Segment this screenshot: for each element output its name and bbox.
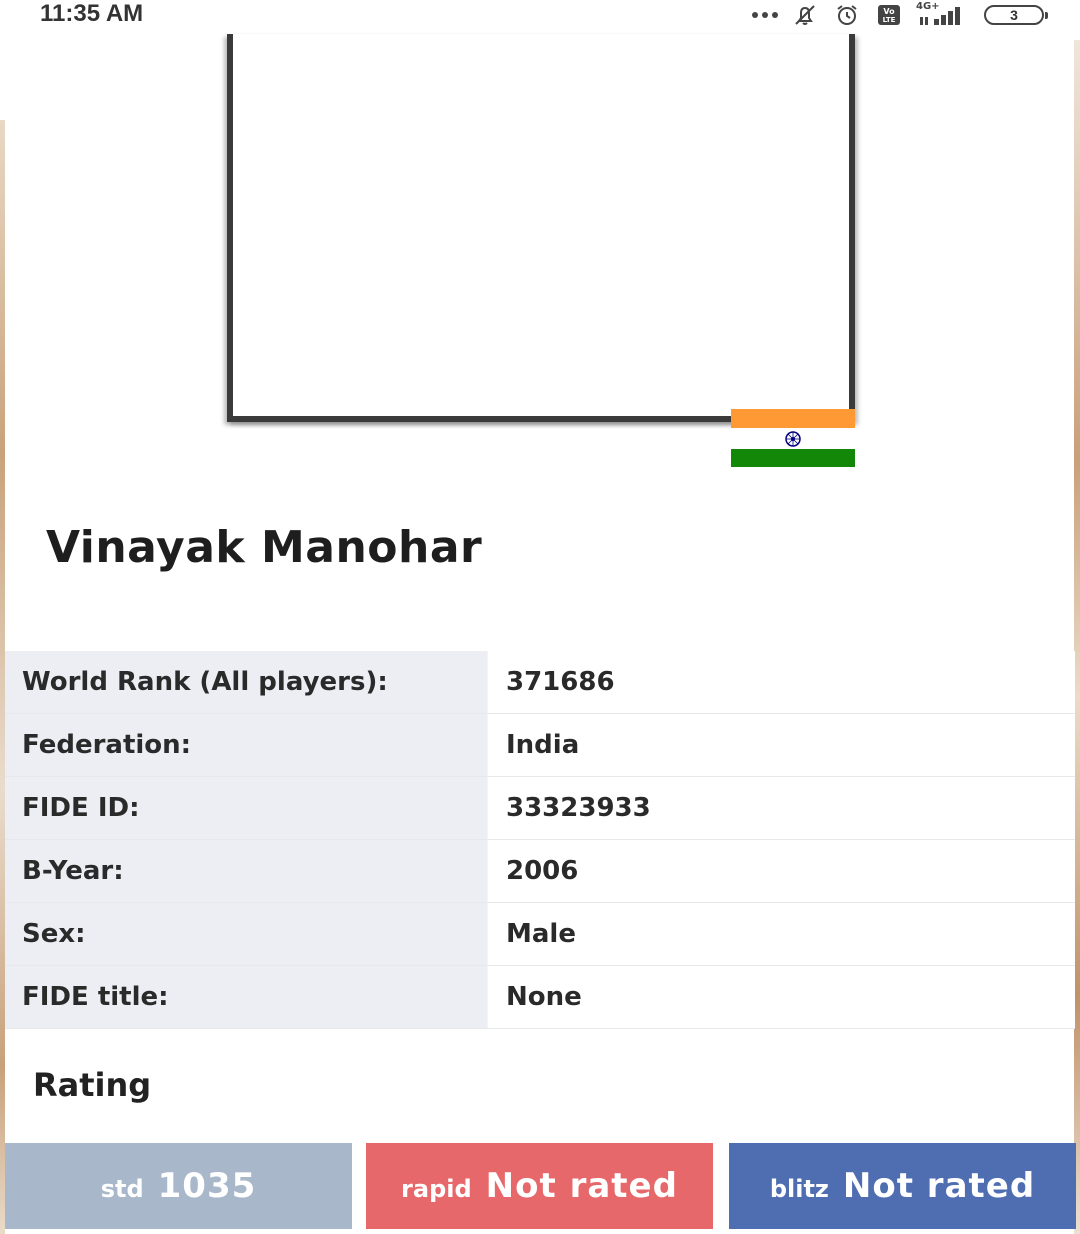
info-label: Sex: [5,903,487,965]
more-dots-icon [752,12,778,18]
info-value: 33323933 [487,777,1075,839]
info-label: B-Year: [5,840,487,902]
rating-std-button[interactable]: std 1035 [5,1143,352,1229]
info-value: India [487,714,1075,776]
info-row-fide-id: FIDE ID: 33323933 [5,777,1075,840]
rating-kind-label: std [100,1175,144,1203]
status-icons: Vo LTE 4G+ 3 [752,1,1048,28]
battery-icon: 3 [984,5,1048,25]
info-row-federation: Federation: India [5,714,1075,777]
rating-heading: Rating [33,1066,152,1104]
info-row-world-rank: World Rank (All players): 371686 [5,651,1075,714]
info-row-sex: Sex: Male [5,903,1075,966]
info-value: 371686 [487,651,1075,713]
volte-icon: Vo LTE [878,5,900,25]
player-photo-frame [227,34,855,422]
status-time: 11:35 AM [40,0,144,27]
info-label: World Rank (All players): [5,651,487,713]
rating-value: Not rated [842,1166,1036,1206]
background-edge-right [1074,40,1080,1234]
rating-kind-label: rapid [401,1175,472,1203]
rating-value: Not rated [485,1166,678,1206]
rating-blitz-button[interactable]: blitz Not rated [729,1143,1076,1229]
signal-icon: 4G+ [916,1,972,27]
info-row-birth-year: B-Year: 2006 [5,840,1075,903]
player-name: Vinayak Manohar [46,522,483,573]
svg-text:Vo: Vo [883,7,895,16]
india-flag-icon [731,409,855,467]
info-value: Male [487,903,1075,965]
rating-rapid-button[interactable]: rapid Not rated [366,1143,713,1229]
info-label: Federation: [5,714,487,776]
status-bar: 11:35 AM Vo LTE 4G+ 3 [0,0,1080,30]
svg-text:LTE: LTE [883,16,896,24]
alarm-icon [837,5,857,25]
fide-profile-page: 11:35 AM Vo LTE 4G+ 3 Vinayak Manohar Wo… [0,0,1080,1234]
info-value: 2006 [487,840,1075,902]
info-row-fide-title: FIDE title: None [5,966,1075,1029]
player-info-table: World Rank (All players): 371686 Federat… [5,651,1075,1029]
info-value: None [487,966,1075,1028]
rating-buttons: std 1035 rapid Not rated blitz Not rated [5,1143,1076,1229]
rating-value: 1035 [157,1166,257,1206]
info-label: FIDE ID: [5,777,487,839]
rating-kind-label: blitz [769,1175,829,1203]
notifications-muted-icon [795,5,815,25]
info-label: FIDE title: [5,966,487,1028]
